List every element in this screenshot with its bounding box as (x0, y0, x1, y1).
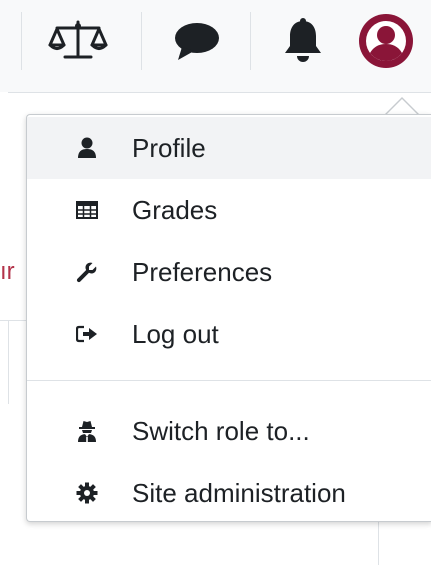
bell-icon[interactable] (271, 12, 335, 70)
user-menu-dropdown: Profile Grades Preferences Log out Switc… (26, 114, 431, 522)
user-avatar-icon[interactable] (354, 12, 418, 70)
balance-scale-icon[interactable] (46, 12, 110, 70)
sign-out-icon (75, 322, 99, 346)
wrench-icon (75, 260, 99, 284)
navbar-separator (250, 12, 251, 70)
menu-item-site-administration[interactable]: Site administration (27, 462, 431, 524)
background-divider (378, 522, 379, 565)
navbar-separator (21, 12, 22, 70)
gear-icon (75, 481, 99, 505)
user-icon (75, 136, 99, 160)
user-secret-icon (75, 419, 99, 443)
navbar-bottom-border (8, 92, 431, 93)
menu-item-label: Profile (132, 132, 206, 163)
top-navbar (0, 0, 431, 92)
navbar-separator (141, 12, 142, 70)
menu-divider (27, 380, 431, 381)
menu-item-profile[interactable]: Profile (27, 117, 431, 179)
menu-item-label: Log out (132, 318, 219, 349)
table-icon (75, 198, 99, 222)
menu-item-switch-role[interactable]: Switch role to... (27, 400, 431, 462)
menu-item-label: Grades (132, 194, 218, 225)
menu-item-label: Switch role to... (132, 415, 310, 446)
background-divider (0, 320, 26, 321)
menu-item-label: Site administration (132, 477, 346, 508)
menu-item-log-out[interactable]: Log out (27, 303, 431, 365)
page: ır Profile Grades Preferences Log out Sw… (0, 0, 431, 565)
menu-item-preferences[interactable]: Preferences (27, 241, 431, 303)
menu-item-label: Preferences (132, 256, 273, 287)
background-divider (8, 320, 9, 404)
comment-icon[interactable] (165, 12, 229, 70)
background-link-fragment[interactable]: ır (0, 258, 26, 286)
menu-item-grades[interactable]: Grades (27, 179, 431, 241)
